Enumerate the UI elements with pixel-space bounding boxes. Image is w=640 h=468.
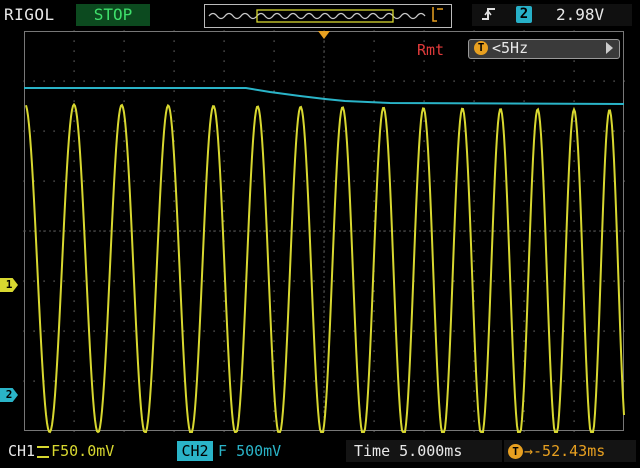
ch2-label-box[interactable]: CH2 — [177, 441, 213, 461]
trigger-offset-badge: T — [508, 444, 523, 459]
ch2-coupling: F — [218, 442, 228, 460]
timebase-readout: Time 5.000ms — [354, 442, 462, 460]
ch2-scale-readout[interactable]: F 500mV — [218, 442, 281, 460]
waveform-display — [23, 30, 625, 434]
trigger-offset-value: →-52.43ms — [524, 442, 606, 460]
frequency-readout[interactable] — [468, 39, 620, 59]
expand-arrow-icon[interactable] — [606, 42, 613, 54]
ch1-label: CH1 — [8, 442, 36, 460]
timebase-value: 5.000ms — [399, 442, 463, 460]
dc-coupling-icon — [37, 445, 50, 458]
ch1-waveform — [25, 102, 625, 434]
measurement-mode-label: Rmt — [417, 41, 445, 59]
timebase-label: Time — [354, 442, 391, 460]
ch2-scale-value: 500mV — [236, 442, 282, 460]
grid-dots — [23, 30, 625, 432]
ch1-scale-value: F50.0mV — [51, 442, 115, 460]
ch1-scale-readout[interactable]: CH1 F50.0mV — [8, 442, 114, 460]
trigger-badge: T — [474, 41, 488, 55]
trigger-position-marker[interactable] — [318, 31, 330, 39]
frequency-value: <5Hz — [492, 39, 529, 57]
